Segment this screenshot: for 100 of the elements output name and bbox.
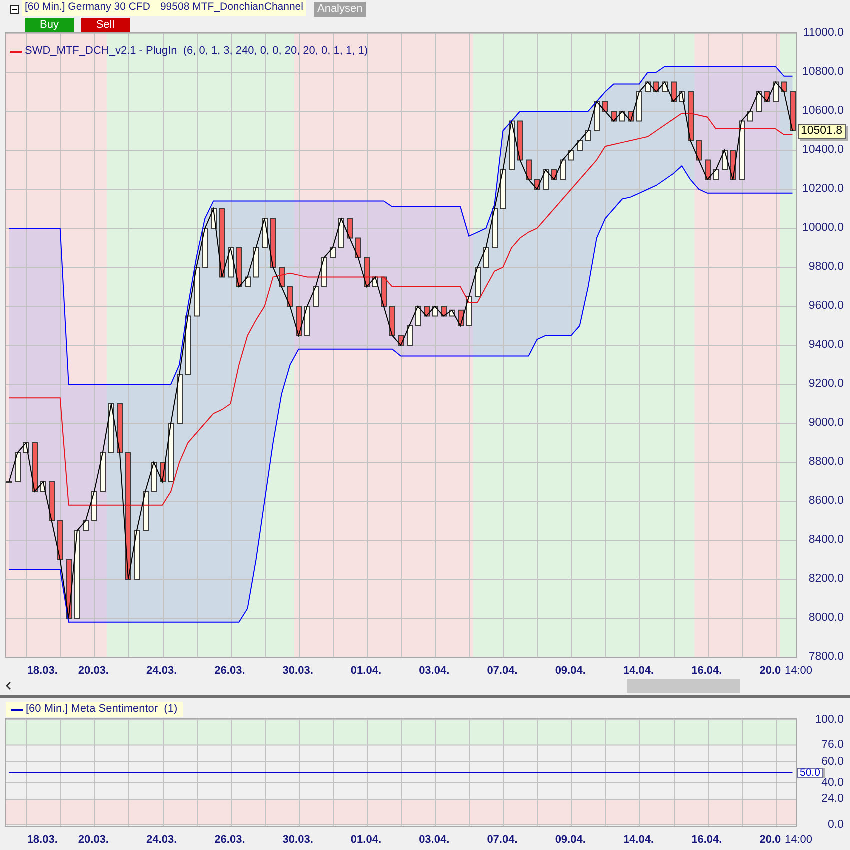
candle (49, 482, 55, 522)
candle (398, 335, 404, 346)
candle (236, 248, 242, 288)
y-axis-label: 100.0 (815, 714, 844, 724)
candle (688, 92, 694, 142)
y-axis-label: 8800.0 (808, 457, 844, 467)
x-axis-label: 20.0 (760, 834, 782, 846)
candle (790, 92, 796, 132)
candle (458, 310, 464, 326)
last-price-label: 10501.8 (798, 124, 846, 138)
candle (177, 374, 183, 424)
candle (23, 442, 29, 454)
candle (168, 423, 174, 482)
chart-title: [60 Min.] Germany 30 CFD (25, 0, 150, 16)
candle (500, 170, 506, 210)
y-axis-label: 9800.0 (808, 262, 844, 272)
candle (475, 267, 481, 298)
candle (611, 111, 617, 122)
template-name: 99508 MTF_DonchianChannel (160, 0, 304, 16)
candle (108, 404, 114, 454)
analysis-button[interactable]: Analysen (314, 2, 366, 17)
candle (185, 316, 191, 376)
candle (91, 491, 97, 522)
indicator-legend: [60 Min.] Meta Sentimentor (1) (26, 703, 178, 716)
candle (577, 140, 583, 151)
y-axis-label: 8200.0 (808, 574, 844, 584)
candle (509, 120, 515, 170)
y-axis-label: 8600.0 (808, 496, 844, 506)
candle (594, 101, 600, 132)
chevron-left-icon[interactable] (6, 682, 11, 690)
candle (262, 218, 268, 248)
candle (662, 82, 668, 92)
x-axis-label: 03.04. (419, 834, 450, 846)
candle (83, 520, 89, 532)
candle (389, 306, 395, 336)
x-axis-label: 26.03. (214, 665, 246, 677)
candle (372, 276, 378, 288)
x-axis-label: 18.03. (27, 665, 58, 677)
candle (705, 160, 711, 180)
candle (117, 404, 123, 454)
candle (636, 92, 642, 122)
candle (560, 160, 566, 180)
buy-button[interactable]: Buy (25, 18, 74, 32)
sell-button[interactable]: Sell (81, 18, 130, 32)
candle (424, 306, 430, 317)
x-axis-label: 24.03. (146, 665, 178, 677)
candle (517, 120, 523, 161)
x-axis-label: 20.03. (78, 834, 109, 846)
y-axis-label: 0.0 (828, 820, 844, 830)
y-axis-label: 11000.0 (803, 28, 844, 38)
candle (338, 218, 344, 248)
scrollbar-thumb[interactable] (627, 679, 740, 693)
collapse-icon[interactable] (10, 5, 19, 14)
candle (347, 218, 353, 239)
y-axis-label: 9000.0 (808, 418, 844, 428)
y-axis-label: 10400.0 (802, 145, 844, 155)
x-axis-label: 01.04. (350, 834, 382, 846)
y-axis-label: 10000.0 (802, 223, 844, 233)
x-axis-label: 07.04. (487, 834, 518, 846)
candle (313, 286, 319, 307)
candle (628, 111, 634, 122)
candle (441, 306, 447, 317)
y-axis-label: 7800.0 (808, 652, 844, 662)
y-axis-label: 8000.0 (808, 613, 844, 623)
candle (730, 150, 736, 180)
candle (270, 218, 276, 268)
candle (407, 326, 413, 346)
candle (671, 82, 677, 102)
legend-line-icon (10, 50, 22, 52)
y-axis-label: 10200.0 (802, 184, 844, 194)
candle (40, 482, 46, 492)
candle (602, 101, 608, 112)
candle (253, 248, 259, 278)
candle (151, 462, 157, 492)
y-axis-label: 10800.0 (802, 67, 844, 77)
candle (679, 92, 685, 102)
candle (696, 140, 702, 161)
candle (645, 82, 651, 92)
candle (432, 306, 438, 317)
candle (713, 170, 719, 180)
candle (653, 82, 659, 92)
indicator-legend: SWD_MTF_DCH_v2.1 - PlugIn (6, 0, 1, 3, 240, 0, 0, 20, 20, 0, 1, 1, 1) (25, 45, 368, 58)
candle (211, 208, 217, 229)
x-axis-label: 20.0 (760, 665, 782, 677)
candle (321, 257, 327, 288)
candle (32, 442, 38, 492)
candle (619, 111, 625, 122)
x-axis-label: 30.03. (282, 665, 314, 677)
x-axis-label: 30.03. (282, 834, 314, 846)
candle (739, 120, 745, 180)
candle (764, 92, 770, 102)
x-axis-label: 09.04. (555, 834, 586, 846)
candle (747, 111, 753, 122)
x-axis-label: 01.04. (350, 665, 382, 677)
y-axis-label: 9200.0 (808, 379, 844, 389)
candle (466, 296, 472, 326)
candle (330, 248, 336, 258)
candle (483, 248, 489, 268)
y-axis-label: 76.0 (822, 740, 844, 750)
x-axis-label: 09.04. (555, 665, 586, 677)
